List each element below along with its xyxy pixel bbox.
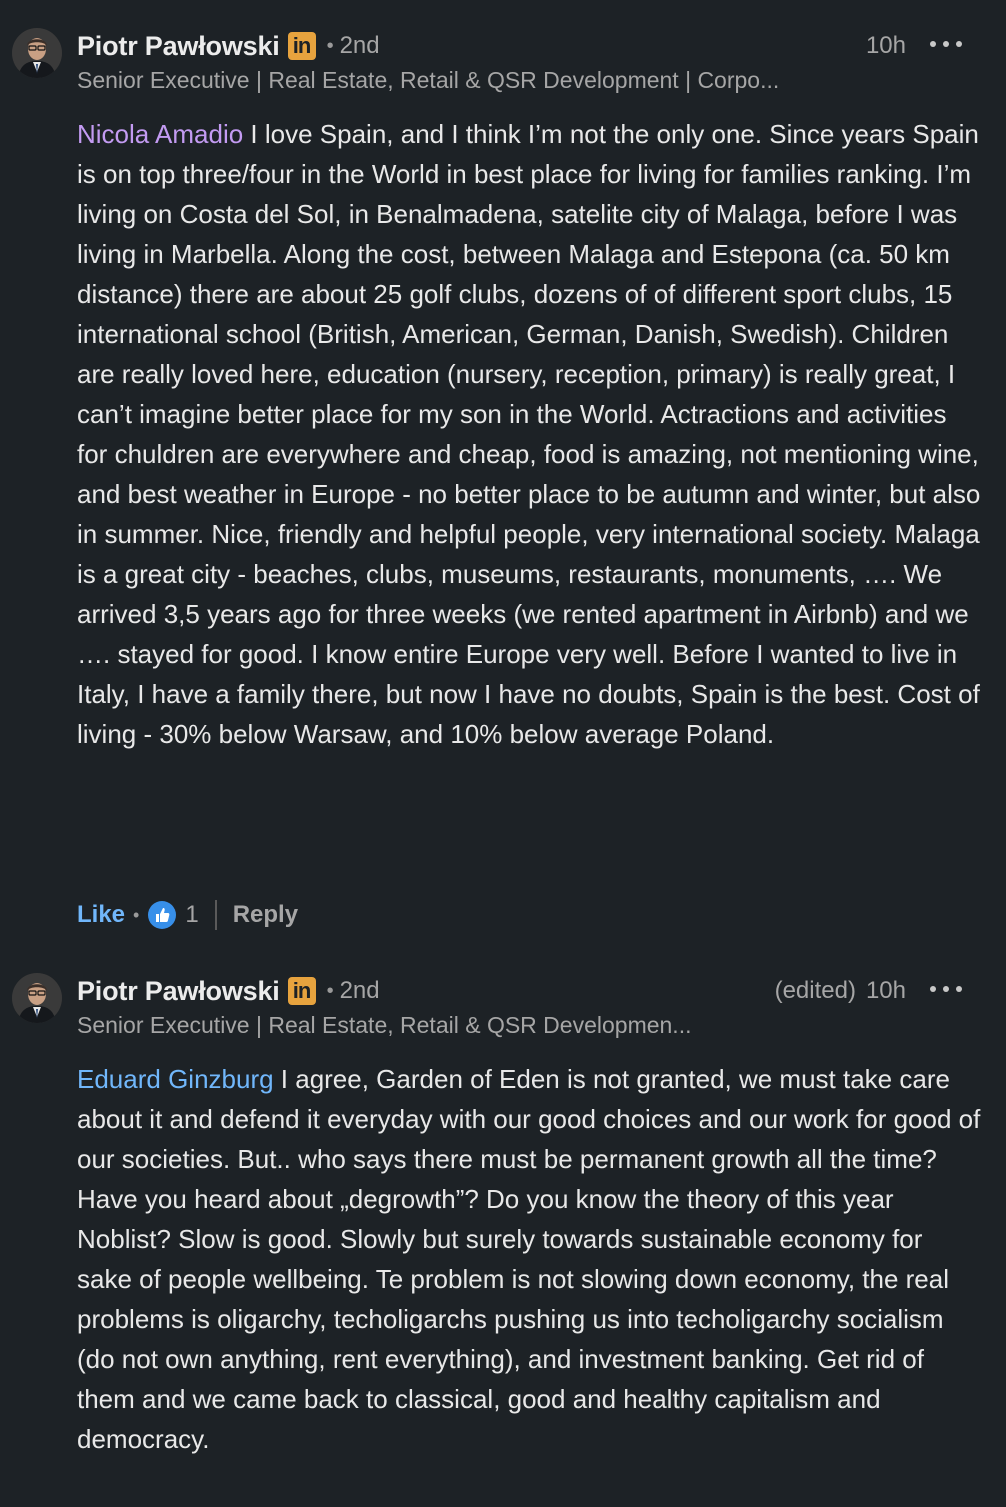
comment-body: Eduard Ginzburg I agree, Garden of Eden … <box>77 1059 982 1459</box>
like-button[interactable]: Like <box>77 901 125 929</box>
comment-actions: Like • 1 Reply <box>77 895 298 935</box>
connection-degree: 2nd <box>339 977 380 1004</box>
comment-text: I agree, Garden of Eden is not granted, … <box>77 1064 981 1454</box>
action-separator: • <box>133 904 140 925</box>
author-avatar[interactable] <box>12 28 62 78</box>
comment-time: 10h <box>865 32 906 59</box>
thumbs-up-reaction-icon[interactable] <box>148 901 177 929</box>
edited-label: (edited) <box>774 977 856 1004</box>
more-horizontal-icon[interactable] <box>930 30 962 58</box>
degree-separator: • <box>326 34 334 57</box>
comment-body: Nicola Amadio I love Spain, and I think … <box>77 114 982 754</box>
mention-link[interactable]: Eduard Ginzburg <box>77 1064 274 1094</box>
linkedin-premium-badge-icon: in <box>287 32 316 60</box>
author-line: Piotr Pawłowski in • 2nd <box>77 26 380 66</box>
comment-time: 10h <box>865 977 906 1004</box>
comments-feed: Piotr Pawłowski in • 2nd 10h Senior Exec… <box>0 0 1006 1507</box>
comment-text: I love Spain, and I think I’m not the on… <box>77 119 981 749</box>
degree-separator: • <box>326 979 334 1002</box>
mention-link[interactable]: Nicola Amadio <box>77 119 243 149</box>
more-horizontal-icon[interactable] <box>930 975 962 1003</box>
linkedin-premium-badge-icon: in <box>287 977 316 1005</box>
author-headline: Senior Executive | Real Estate, Retail &… <box>77 1012 692 1038</box>
author-headline: Senior Executive | Real Estate, Retail &… <box>77 67 780 93</box>
comment-meta: (edited) 10h <box>775 971 906 1011</box>
author-line: Piotr Pawłowski in • 2nd <box>77 971 380 1011</box>
author-name[interactable]: Piotr Pawłowski <box>77 976 280 1007</box>
author-name[interactable]: Piotr Pawłowski <box>77 31 280 62</box>
action-divider <box>214 900 217 930</box>
reply-button[interactable]: Reply <box>233 901 298 929</box>
connection-degree: 2nd <box>339 32 380 59</box>
author-avatar[interactable] <box>12 973 62 1023</box>
comment-meta: 10h <box>866 26 906 66</box>
reaction-count[interactable]: 1 <box>185 901 198 929</box>
